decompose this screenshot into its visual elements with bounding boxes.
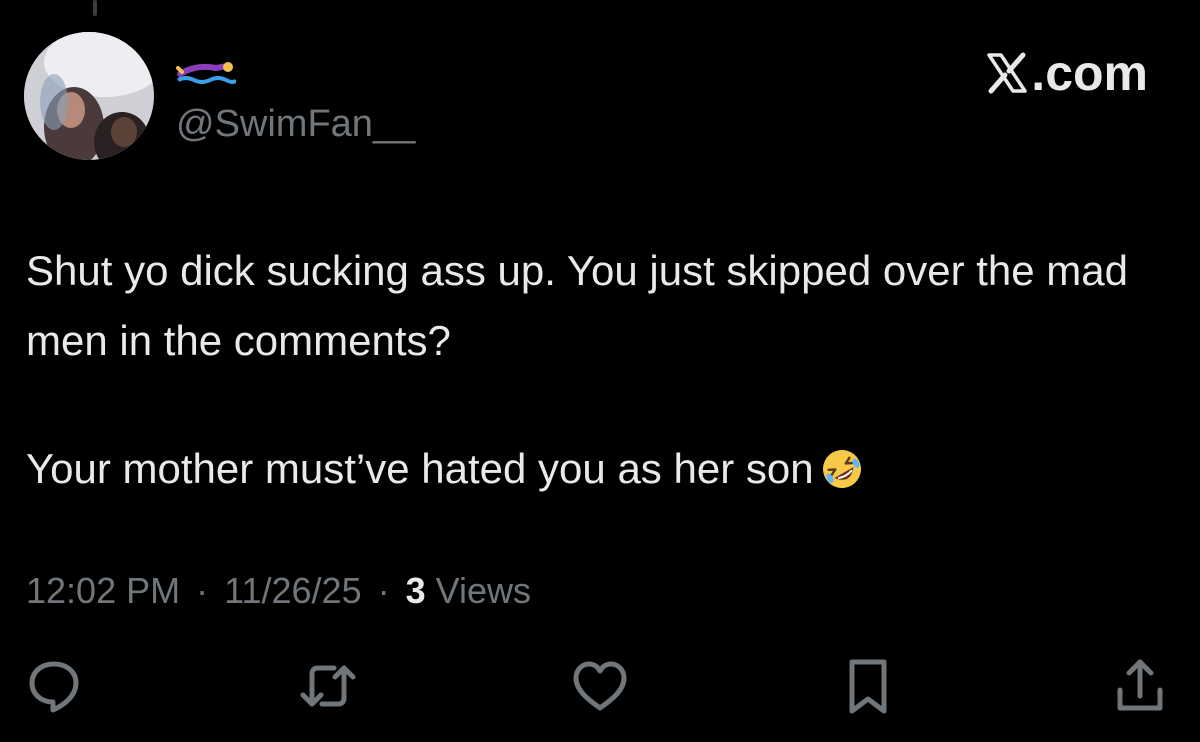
x-logo-icon xyxy=(987,52,1028,94)
views-count[interactable]: 3 xyxy=(406,570,426,611)
thread-connector-line xyxy=(93,0,97,16)
brand-domain: .com xyxy=(1031,45,1148,101)
tweet-date[interactable]: 11/26/25 xyxy=(224,570,361,611)
bookmark-button[interactable] xyxy=(838,656,898,716)
tweet-time[interactable]: 12:02 PM xyxy=(26,570,180,611)
tweet-paragraph-2: Your mother must’ve hated you as her son xyxy=(26,434,1176,504)
avatar-photo xyxy=(24,32,154,160)
like-icon xyxy=(573,661,627,711)
swimmer-emoji xyxy=(176,62,236,84)
user-handle[interactable]: @SwimFan__ xyxy=(176,103,415,146)
tweet-text: Shut yo dick sucking ass up. You just sk… xyxy=(26,236,1176,504)
action-bar xyxy=(0,656,1200,716)
retweet-button[interactable] xyxy=(298,656,358,716)
share-button[interactable] xyxy=(1110,656,1170,716)
rolling-on-floor-laughing-emoji xyxy=(822,450,861,488)
tweet-paragraph-2-text: Your mother must’ve hated you as her son xyxy=(26,445,814,492)
brand-watermark: .com xyxy=(985,44,1148,102)
views-label[interactable]: Views xyxy=(436,570,531,611)
reply-button[interactable] xyxy=(24,656,84,716)
tweet-meta: 12:02 PM · 11/26/25 · 3 Views xyxy=(26,570,531,612)
avatar[interactable] xyxy=(24,32,154,160)
share-icon xyxy=(1117,659,1163,711)
bookmark-icon xyxy=(849,659,887,714)
like-button[interactable] xyxy=(570,656,630,716)
tweet-paragraph-1: Shut yo dick sucking ass up. You just sk… xyxy=(26,247,1128,364)
meta-separator: · xyxy=(196,570,209,611)
meta-separator: · xyxy=(377,570,390,611)
reply-icon xyxy=(29,661,79,713)
retweet-icon xyxy=(300,665,356,707)
